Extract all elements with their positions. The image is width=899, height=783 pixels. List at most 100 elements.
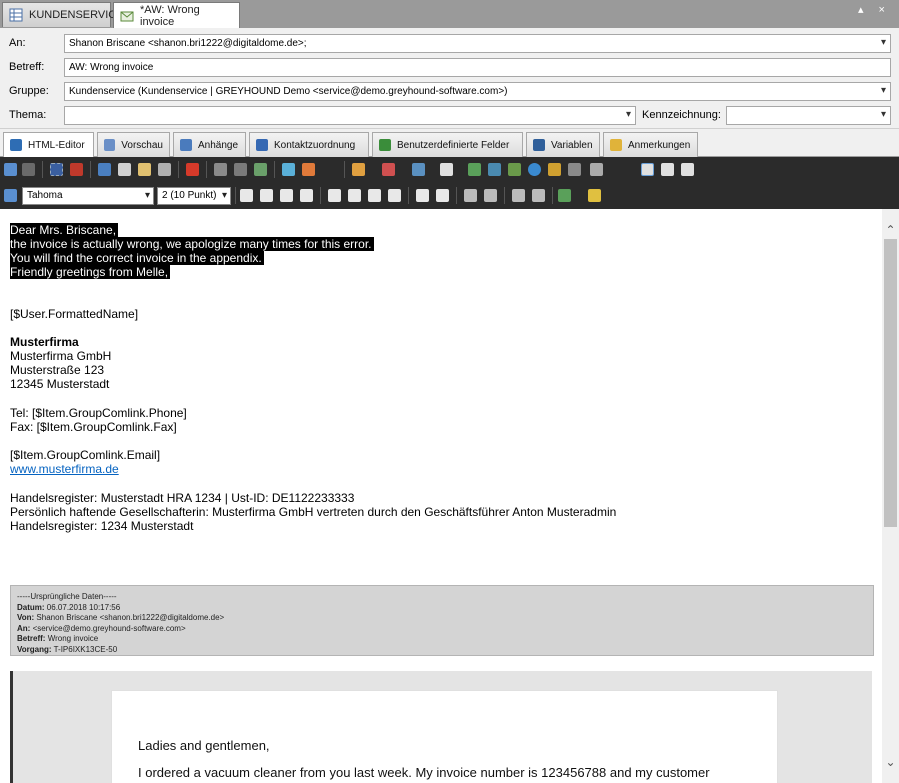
align-center-icon[interactable]: [348, 189, 361, 202]
tab-custom-fields[interactable]: Benutzerdefinierte Felder: [372, 132, 523, 157]
image-insert-icon[interactable]: [468, 163, 481, 176]
font-size-select[interactable]: 2 (10 Punkt): [157, 187, 231, 205]
copy-icon[interactable]: [118, 163, 131, 176]
scrollbar-thumb[interactable]: [884, 239, 897, 527]
editor-toolbar-top: [0, 157, 899, 183]
tab-label: HTML-Editor: [28, 139, 85, 151]
toolbar-separator: [178, 161, 179, 178]
tab-attachments[interactable]: Anhänge: [173, 132, 246, 157]
contact-insert-icon[interactable]: [352, 163, 365, 176]
tab-label: *AW: Wrong invoice: [140, 3, 200, 28]
gem-icon[interactable]: [282, 163, 295, 176]
closing-line: Friendly greetings from Melle,: [10, 265, 171, 279]
html-editor-body[interactable]: Dear Mrs. Briscane, the invoice is actua…: [0, 209, 882, 783]
variable-icon: [533, 139, 545, 151]
paste-icon[interactable]: [138, 163, 151, 176]
dollar-icon[interactable]: [548, 163, 561, 176]
email-variable: [$Item.GroupComlink.Email]: [10, 448, 161, 462]
more-insert-icon[interactable]: [590, 163, 603, 176]
superscript-icon[interactable]: [436, 189, 449, 202]
tab-variables[interactable]: Variablen: [526, 132, 600, 157]
user-insert-icon[interactable]: [382, 163, 395, 176]
source-view-icon[interactable]: [661, 163, 674, 176]
number-insert-icon[interactable]: [412, 163, 425, 176]
format-icon[interactable]: [4, 189, 17, 202]
preview-view-icon[interactable]: [681, 163, 694, 176]
preview-icon: [104, 139, 116, 151]
italic-icon[interactable]: [260, 189, 273, 202]
quote-title: -----Ursprüngliche Daten-----: [17, 592, 117, 601]
tab-label: Kontaktzuordnung: [274, 139, 356, 151]
company-city: 12345 Musterstadt: [10, 377, 110, 391]
underline-icon[interactable]: [280, 189, 293, 202]
topic-field[interactable]: [64, 106, 636, 125]
link-icon[interactable]: [508, 163, 521, 176]
globe-icon[interactable]: [528, 163, 541, 176]
toolbar-separator: [206, 161, 207, 178]
align-justify-icon[interactable]: [388, 189, 401, 202]
scroll-down-icon[interactable]: ⌄: [884, 755, 897, 769]
to-row: An: Shanon Briscane <shanon.bri1222@digi…: [0, 34, 899, 54]
tab-label: Anmerkungen: [628, 139, 691, 151]
subject-field[interactable]: AW: Wrong invoice: [64, 58, 891, 77]
register-line-2: Handelsregister: 1234 Musterstadt: [10, 519, 194, 533]
reply-all-icon[interactable]: [234, 163, 247, 176]
subscript-icon[interactable]: [416, 189, 429, 202]
redo-icon[interactable]: [22, 163, 35, 176]
numbered-list-icon[interactable]: [464, 189, 477, 202]
company-name: Musterfirma GmbH: [10, 349, 112, 363]
original-line-1: I ordered a vacuum cleaner from you last…: [138, 765, 710, 780]
select-all-icon[interactable]: [50, 163, 63, 176]
window-controls[interactable]: ▴ ×: [858, 3, 891, 16]
tab-contact-assignment[interactable]: Kontaktzuordnung: [249, 132, 369, 157]
insert-dropdown-icon[interactable]: [302, 163, 315, 176]
tab-kundenservice[interactable]: KUNDENSERVICE: [2, 2, 124, 27]
group-field[interactable]: Kundenservice (Kundenservice | GREYHOUND…: [64, 82, 891, 101]
delete-icon[interactable]: [186, 163, 199, 176]
register-line: Handelsregister: Musterstadt HRA 1234 | …: [10, 491, 355, 505]
toolbar-separator: [408, 187, 409, 204]
undo-icon[interactable]: [4, 163, 17, 176]
align-right-icon[interactable]: [368, 189, 381, 202]
home-insert-icon[interactable]: [440, 163, 453, 176]
paste-text-icon[interactable]: [158, 163, 171, 176]
original-message-header: -----Ursprüngliche Daten----- Datum: 06.…: [10, 585, 874, 656]
greeting-line: Dear Mrs. Briscane,: [10, 223, 119, 237]
font-family-select[interactable]: Tahoma: [22, 187, 154, 205]
reply-icon[interactable]: [214, 163, 227, 176]
note-icon: [610, 139, 622, 151]
editor-scrollbar[interactable]: ⌃ ⌄: [882, 209, 899, 783]
bullet-list-icon[interactable]: [484, 189, 497, 202]
indent-icon[interactable]: [532, 189, 545, 202]
forward-icon[interactable]: [254, 163, 267, 176]
edit-insert-icon[interactable]: [488, 163, 501, 176]
tab-html-editor[interactable]: HTML-Editor: [3, 132, 94, 157]
toolbar-separator: [456, 187, 457, 204]
highlight-color-icon[interactable]: [558, 189, 571, 202]
to-field[interactable]: Shanon Briscane <shanon.bri1222@digitald…: [64, 34, 891, 53]
bold-icon[interactable]: [240, 189, 253, 202]
marking-field[interactable]: [726, 106, 891, 125]
apology-line: the invoice is actually wrong, we apolog…: [10, 237, 374, 251]
scroll-up-icon[interactable]: ⌃: [884, 223, 897, 237]
message-header-fields: An: Shanon Briscane <shanon.bri1222@digi…: [0, 28, 899, 129]
cut-icon[interactable]: [98, 163, 111, 176]
tab-wrong-invoice[interactable]: *AW: Wrong invoice: [113, 2, 240, 28]
users-icon: [379, 139, 391, 151]
font-color-icon[interactable]: [588, 189, 601, 202]
tab-preview[interactable]: Vorschau: [97, 132, 170, 157]
mail-reply-icon: [120, 9, 134, 23]
outdent-icon[interactable]: [512, 189, 525, 202]
company-bold: Musterfirma: [10, 335, 79, 349]
marking-label: Kennzeichnung:: [642, 109, 721, 121]
toolbar-separator: [90, 161, 91, 178]
website-link[interactable]: www.musterfirma.de: [10, 462, 119, 476]
align-left-icon[interactable]: [328, 189, 341, 202]
clear-format-icon[interactable]: [70, 163, 83, 176]
toolbar-separator: [320, 187, 321, 204]
strikethrough-icon[interactable]: [300, 189, 313, 202]
design-view-icon[interactable]: [641, 163, 654, 176]
tab-notes[interactable]: Anmerkungen: [603, 132, 698, 157]
selected-text-block[interactable]: Dear Mrs. Briscane, the invoice is actua…: [10, 223, 374, 279]
arrow-insert-icon[interactable]: [568, 163, 581, 176]
